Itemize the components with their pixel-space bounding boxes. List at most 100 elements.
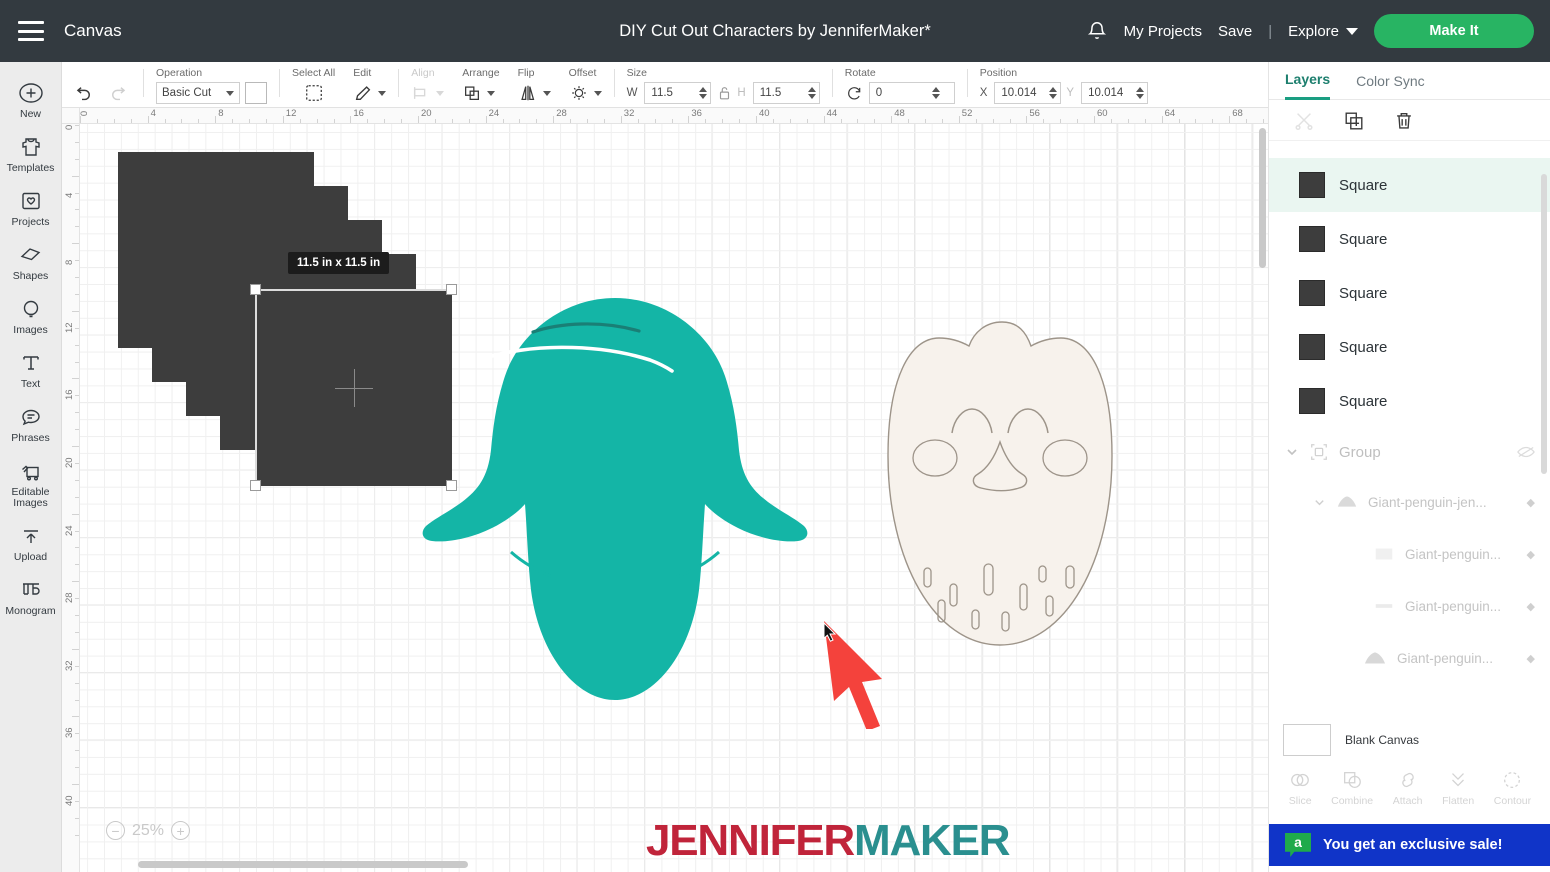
my-projects-link[interactable]: My Projects [1124,23,1202,40]
redo-button[interactable] [109,84,131,104]
operation-color-swatch[interactable] [245,82,267,104]
canvas-horizontal-scrollbar[interactable] [138,861,468,868]
lock-open-icon[interactable] [716,82,732,104]
layers-scrollbar[interactable] [1541,174,1547,474]
x-label: X [979,87,988,99]
ruler-h-line [925,119,926,123]
explore-menu[interactable]: Explore [1288,23,1358,40]
height-stepper[interactable] [807,87,816,99]
canvas-vertical-scrollbar[interactable] [1259,128,1266,268]
arrange-icon[interactable] [462,82,482,104]
selection-handle-bottom-left[interactable] [250,480,261,491]
x-stepper[interactable] [1049,87,1058,99]
rotate-stepper[interactable] [931,87,940,99]
sublayer-row-2[interactable]: Giant-penguin... ◆ [1269,528,1550,580]
arrange-dropdown-caret[interactable] [487,90,496,96]
layer-row-square-4[interactable]: Square [1269,320,1550,374]
y-field[interactable] [1081,82,1149,104]
zoom-out-button[interactable]: − [106,821,125,840]
layer-visibility-dot[interactable]: ◆ [1527,652,1535,665]
chevron-down-icon[interactable] [1313,496,1326,509]
ruler-v-line [75,462,79,464]
sublayer-row-3[interactable]: Giant-penguin... ◆ [1269,580,1550,632]
promo-banner[interactable]: a You get an exclusive sale! [1269,824,1550,866]
sidebar-item-new[interactable]: New [0,72,62,126]
rotate-input[interactable] [875,87,928,99]
operation-select[interactable]: Basic Cut [156,82,240,104]
sublayer-row-1[interactable]: Giant-penguin-jen... ◆ [1269,476,1550,528]
tab-layers[interactable]: Layers [1285,62,1331,100]
sidebar-item-editable-images[interactable]: Editable Images [0,450,62,515]
arrange-group: Arrange [453,60,508,104]
notification-bell-icon[interactable] [1086,20,1108,42]
offset-dropdown-caret[interactable] [593,90,602,96]
selection-handle-top-left[interactable] [250,284,261,295]
ruler-h-line [857,119,859,123]
layer-thumb-icon [1373,546,1395,562]
height-field[interactable] [752,82,820,104]
layer-row-square-1[interactable]: Square [1269,158,1550,212]
blank-canvas-row[interactable]: Blank Canvas [1269,720,1550,760]
sidebar-label: Shapes [12,270,49,282]
sidebar-item-images[interactable]: Images [0,288,62,342]
make-it-button[interactable]: Make It [1374,14,1534,48]
ruler-h-line [1178,119,1180,123]
width-field[interactable] [644,82,712,104]
sidebar-item-text[interactable]: Text [0,342,62,396]
sublayer-label: Giant-penguin... [1397,650,1494,666]
sublayer-row-4[interactable]: Giant-penguin... ◆ [1269,632,1550,684]
sidebar-item-templates[interactable]: Templates [0,126,62,180]
offset-icon[interactable] [569,82,589,104]
layer-visibility-dot[interactable]: ◆ [1527,548,1535,561]
pencil-icon[interactable] [353,82,373,104]
sidebar-item-projects[interactable]: Projects [0,180,62,234]
ruler-h-line [451,119,453,123]
select-all-icon[interactable] [304,82,324,104]
sidebar-item-upload[interactable]: Upload [0,515,62,569]
layer-row-square-3[interactable]: Square [1269,266,1550,320]
layer-visibility-dot[interactable]: ◆ [1527,496,1535,509]
y-input[interactable] [1088,87,1133,99]
undo-button[interactable] [71,84,93,104]
delete-trash-icon[interactable] [1393,110,1415,132]
width-stepper[interactable] [699,87,708,99]
edit-dropdown-caret[interactable] [378,90,387,96]
duplicate-icon[interactable] [1343,110,1365,132]
rotate-field[interactable] [868,82,955,104]
layer-row-group[interactable]: Group [1269,428,1550,476]
canvas-stage[interactable]: 11.5 in x 11.5 in [80,124,1268,872]
sidebar-item-shapes[interactable]: Shapes [0,234,62,288]
design-canvas[interactable]: 0 4 8 12 16 20 24 28 32 36 40 44 48 52 56 60 64 68 0 4 8 12 1… [62,108,1268,872]
width-input[interactable] [651,87,696,99]
zoom-in-button[interactable]: + [171,821,191,840]
penguin-body-shape[interactable] [415,284,815,714]
height-input[interactable] [759,87,804,99]
flip-icon[interactable] [518,82,538,104]
layer-row-square-2[interactable]: Square [1269,212,1550,266]
sidebar-item-monogram[interactable]: Monogram [0,569,62,623]
toolbar-divider [279,69,280,97]
sidebar-item-phrases[interactable]: Phrases [0,396,62,450]
y-stepper[interactable] [1136,87,1145,99]
x-field[interactable] [994,82,1062,104]
flip-dropdown-caret[interactable] [542,90,551,96]
ruler-v-tick: 40 [64,795,75,806]
x-input[interactable] [1001,87,1046,99]
top-header: Canvas DIY Cut Out Characters by Jennife… [0,0,1550,62]
ruler-v-line [75,699,79,701]
layer-visibility-dot[interactable]: ◆ [1527,600,1535,613]
save-button[interactable]: Save [1218,23,1252,40]
penguin-belly-face-shape[interactable] [880,316,1120,651]
eye-hidden-icon[interactable] [1517,445,1535,459]
layer-row-square-5[interactable]: Square [1269,374,1550,428]
ruler-v-tick: 4 [64,192,75,198]
sublayer-row-5[interactable]: Giant-penguin-jen... ◆ [1269,684,1550,702]
ruler-v-line [75,750,79,752]
rotate-icon[interactable] [845,82,864,104]
chevron-down-icon[interactable] [1285,445,1299,459]
align-group: Align [402,60,453,104]
tab-color-sync[interactable]: Color Sync [1356,62,1424,100]
ruler-h-tick: 32 [623,108,635,119]
hamburger-icon[interactable] [18,21,44,41]
layers-list[interactable]: Square Square Square Square Square Group… [1269,158,1550,702]
